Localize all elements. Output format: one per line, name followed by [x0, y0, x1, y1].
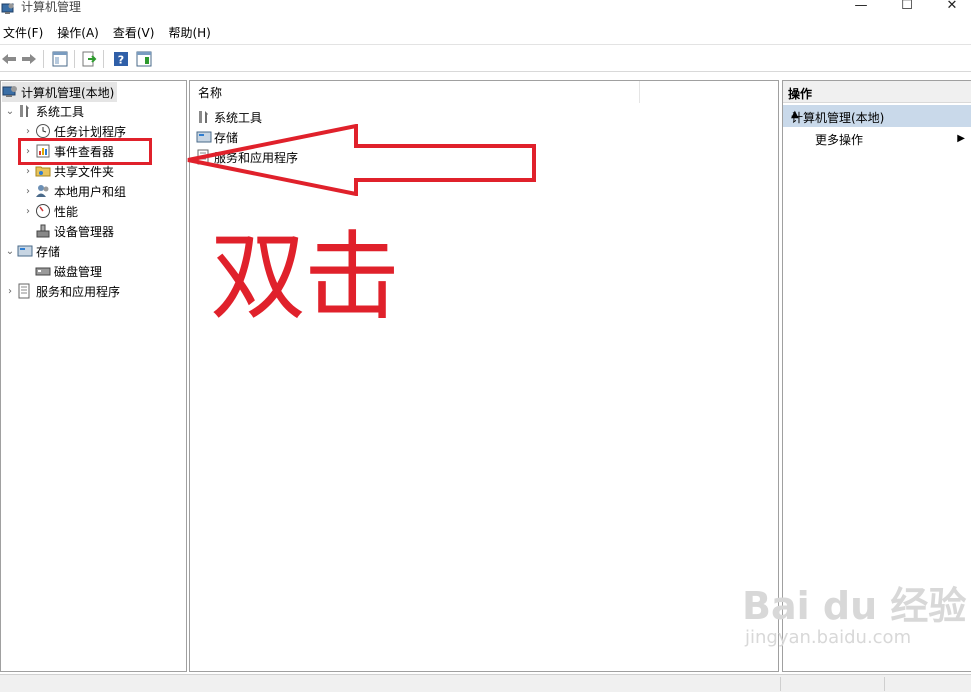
show-hide-tree-icon[interactable]	[51, 50, 69, 68]
shared-folder-icon	[35, 163, 51, 179]
chevron-right-icon[interactable]: ›	[21, 126, 35, 137]
tree-item-storage[interactable]: ⌄ 存储	[3, 241, 60, 261]
tree-item-performance[interactable]: › 性能	[21, 201, 78, 221]
forward-arrow-icon[interactable]	[20, 50, 38, 68]
device-manager-icon	[35, 223, 51, 239]
clock-icon	[35, 123, 51, 139]
users-icon	[35, 183, 51, 199]
maximize-button[interactable]: ☐	[892, 0, 922, 14]
toolbar-separator	[43, 50, 44, 68]
close-button[interactable]: ✕	[937, 0, 967, 14]
toolbar-separator	[74, 50, 75, 68]
tree-root-label: 计算机管理(本地)	[21, 85, 115, 100]
storage-icon	[17, 243, 33, 259]
status-bar	[0, 674, 971, 692]
chevron-right-icon[interactable]: ›	[3, 286, 17, 297]
tree-root-computer-management[interactable]: 计算机管理(本地)	[2, 82, 118, 102]
actions-section-computer-management[interactable]: 计算机管理(本地) ▲	[783, 105, 971, 127]
more-actions-item[interactable]: 更多操作 ▶	[815, 131, 965, 151]
minimize-button[interactable]: —	[846, 0, 876, 14]
actions-header: 操作	[783, 81, 971, 103]
chevron-right-icon[interactable]: ›	[21, 206, 35, 217]
column-header-name[interactable]: 名称	[190, 81, 640, 103]
computer-management-icon	[2, 84, 18, 100]
status-divider	[884, 677, 885, 691]
tree-item-disk-management[interactable]: 磁盘管理	[35, 261, 102, 281]
chevron-down-icon[interactable]: ⌄	[3, 246, 17, 257]
watermark-logo-text: Bai du 经验	[742, 584, 967, 628]
toolbar: ?	[0, 44, 971, 72]
svg-text:?: ?	[118, 54, 124, 67]
tools-icon	[196, 109, 212, 125]
tree-item-services-applications[interactable]: › 服务和应用程序	[3, 281, 120, 301]
console-tree-pane: 计算机管理(本地) ⌄ 系统工具 › 任务计划程序 › 事件查看器 › 共享文件…	[0, 80, 187, 672]
show-hide-action-pane-icon[interactable]	[135, 50, 153, 68]
annotation-arrow	[187, 124, 536, 196]
submenu-arrow-icon: ▶	[957, 133, 965, 144]
help-icon[interactable]: ?	[112, 50, 130, 68]
chevron-right-icon[interactable]: ›	[21, 186, 35, 197]
export-list-icon[interactable]	[80, 50, 98, 68]
annotation-double-click-text: 双击	[210, 221, 400, 333]
services-icon	[17, 283, 33, 299]
tree-item-system-tools[interactable]: ⌄ 系统工具	[3, 101, 84, 121]
disk-icon	[35, 263, 51, 279]
back-arrow-icon[interactable]	[0, 50, 18, 68]
annotation-highlight-box	[18, 138, 152, 165]
menu-bar: 文件(F) 操作(A) 查看(V) 帮助(H)	[0, 23, 971, 43]
computer-management-icon	[1, 2, 15, 16]
status-divider	[780, 677, 781, 691]
baidu-watermark: Bai du 经验 jingyan.baidu.com	[742, 585, 966, 648]
tree-item-device-manager[interactable]: 设备管理器	[35, 221, 114, 241]
watermark-url: jingyan.baidu.com	[745, 627, 912, 648]
menu-action[interactable]: 操作(A)	[54, 23, 102, 43]
menu-file[interactable]: 文件(F)	[0, 23, 46, 43]
menu-help[interactable]: 帮助(H)	[165, 23, 213, 43]
tree-item-local-users-groups[interactable]: › 本地用户和组	[21, 181, 126, 201]
chevron-right-icon[interactable]: ›	[21, 166, 35, 177]
toolbar-separator	[103, 50, 104, 68]
chevron-down-icon[interactable]: ⌄	[3, 106, 17, 117]
collapse-up-icon[interactable]: ▲	[791, 109, 966, 120]
window-title: 计算机管理	[21, 0, 82, 14]
title-bar: 计算机管理 — ☐ ✕	[0, 0, 971, 22]
menu-view[interactable]: 查看(V)	[110, 23, 158, 43]
tools-icon	[17, 103, 33, 119]
performance-icon	[35, 203, 51, 219]
